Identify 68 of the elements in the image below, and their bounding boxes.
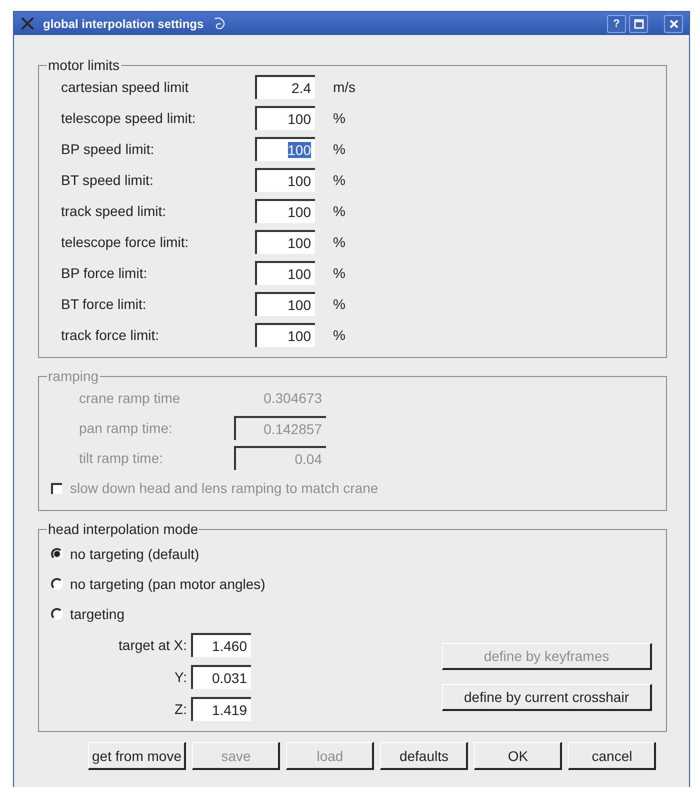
- dialog-button[interactable]: cancel: [568, 742, 656, 770]
- field-label: BT speed limit:: [61, 172, 154, 188]
- dialog-button[interactable]: OK: [474, 742, 562, 770]
- unit-label: %: [333, 296, 346, 312]
- field-value: 100: [288, 142, 311, 158]
- input-field[interactable]: 100: [255, 137, 315, 161]
- field-value: 100: [288, 204, 311, 220]
- field-label: cartesian speed limit: [61, 79, 190, 95]
- unit-label: %: [333, 234, 346, 250]
- input-field[interactable]: 0.031: [191, 665, 251, 689]
- radio-button[interactable]: [51, 608, 63, 620]
- unit-label: %: [333, 110, 346, 126]
- dialog-button[interactable]: get from move: [88, 742, 186, 770]
- coordinate-label: Y:: [174, 669, 187, 685]
- field-label: track force limit:: [61, 327, 160, 343]
- maximize-button[interactable]: [629, 14, 648, 32]
- define-button[interactable]: define by current crosshair: [442, 684, 652, 711]
- field-label: BP force limit:: [61, 265, 148, 281]
- coordinate-label: Z:: [174, 701, 187, 717]
- checkbox-label: slow down head and lens ramping to match crane: [70, 480, 378, 496]
- input-field[interactable]: 100: [255, 323, 315, 347]
- radio-label: no targeting (pan motor angles): [70, 576, 266, 592]
- maximize-icon: [634, 18, 644, 28]
- radio-button[interactable]: [51, 578, 63, 590]
- unit-label: %: [333, 141, 346, 157]
- radio-label: targeting: [70, 606, 124, 622]
- coordinate-label: target at X:: [118, 637, 187, 653]
- field-label: telescope force limit:: [61, 234, 190, 250]
- unit-label: %: [333, 265, 346, 281]
- field-label: BP speed limit:: [61, 141, 156, 157]
- input-field[interactable]: 100: [255, 230, 315, 254]
- input-field[interactable]: 100: [255, 199, 315, 223]
- radio-label: no targeting (default): [70, 546, 200, 562]
- crossed-tools-icon: [20, 16, 35, 31]
- radio-button[interactable]: [51, 548, 63, 560]
- field-value: 2.4: [292, 80, 311, 96]
- field-value: 100: [288, 266, 311, 282]
- field-label: tilt ramp time:: [79, 450, 164, 466]
- field-value: 100: [288, 235, 311, 251]
- input-field[interactable]: 100: [255, 292, 315, 316]
- unit-label: %: [333, 327, 346, 343]
- field-label: telescope speed limit:: [61, 110, 197, 126]
- group-title: head interpolation mode: [47, 521, 200, 537]
- field-value: 100: [288, 111, 311, 127]
- input-field[interactable]: 1.460: [191, 633, 251, 657]
- input-field[interactable]: 100: [255, 168, 315, 192]
- unit-label: %: [333, 203, 346, 219]
- field-value: 100: [288, 297, 311, 313]
- close-icon: [668, 18, 678, 28]
- input-field[interactable]: 100: [255, 106, 315, 130]
- field-label: pan ramp time:: [79, 420, 174, 436]
- help-button[interactable]: ?: [607, 14, 626, 32]
- input-field[interactable]: 2.4: [255, 75, 315, 99]
- dialog-button[interactable]: defaults: [380, 742, 468, 770]
- input-field[interactable]: 100: [255, 261, 315, 285]
- group-title: motor limits: [47, 57, 121, 73]
- window-title: global interpolation settings: [43, 16, 204, 30]
- close-button[interactable]: [664, 14, 683, 32]
- input-field[interactable]: 1.419: [191, 697, 251, 721]
- unit-label: %: [333, 172, 346, 188]
- field-label: track speed limit:: [61, 203, 168, 219]
- value-text: 0.304673: [262, 389, 323, 408]
- field-label: crane ramp time: [79, 390, 182, 406]
- unit-label: m/s: [333, 79, 357, 95]
- group-title: ramping: [47, 368, 100, 384]
- field-value: 100: [288, 328, 311, 344]
- field-label: BT force limit:: [61, 296, 148, 312]
- field-value: 100: [288, 173, 311, 189]
